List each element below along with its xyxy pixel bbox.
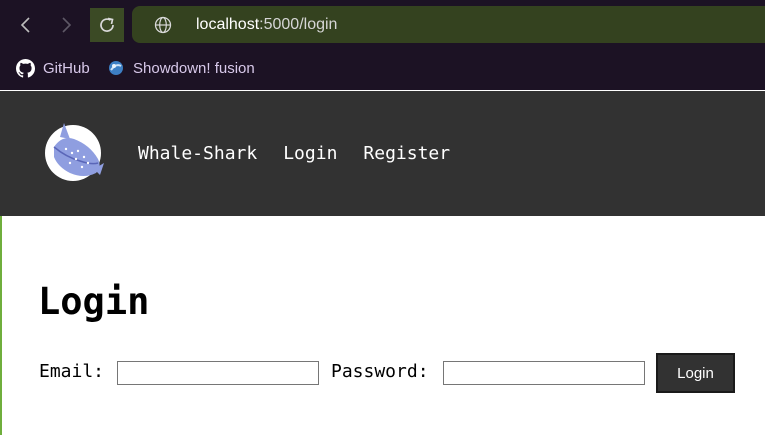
chevron-right-icon xyxy=(62,17,72,33)
bookmarks-bar: GitHub Showdown! fusion xyxy=(0,50,765,90)
back-button[interactable] xyxy=(10,8,42,42)
reload-icon xyxy=(100,17,114,32)
chevron-left-icon xyxy=(20,17,30,33)
email-label: Email: xyxy=(39,361,105,382)
nav-login-link[interactable]: Login xyxy=(283,143,337,164)
whale-shark-logo[interactable] xyxy=(40,117,106,185)
url-text: localhost:5000/login xyxy=(196,16,337,34)
url-host: localhost xyxy=(196,16,260,33)
address-bar[interactable]: localhost:5000/login xyxy=(132,6,765,43)
login-form: Email: Password: Login xyxy=(39,352,749,394)
showdown-icon xyxy=(107,59,125,77)
globe-icon xyxy=(154,16,172,34)
password-label: Password: xyxy=(331,361,429,382)
bookmark-github[interactable]: GitHub xyxy=(16,58,90,78)
browser-toolbar: localhost:5000/login xyxy=(0,0,765,50)
bookmark-label: GitHub xyxy=(43,59,90,77)
password-field[interactable] xyxy=(443,361,645,385)
main-nav: Whale-Shark Login Register xyxy=(138,143,450,164)
page-title: Login xyxy=(38,280,150,323)
email-field[interactable] xyxy=(117,361,319,385)
forward-button[interactable] xyxy=(50,8,82,42)
bookmark-label: Showdown! fusion xyxy=(133,59,255,77)
url-path: :5000/login xyxy=(259,16,338,33)
nav-home-link[interactable]: Whale-Shark xyxy=(138,143,257,164)
login-button[interactable]: Login xyxy=(656,353,735,393)
nav-register-link[interactable]: Register xyxy=(363,143,450,164)
github-icon xyxy=(16,58,35,78)
bookmark-showdown-fusion[interactable]: Showdown! fusion xyxy=(107,58,255,78)
reload-button[interactable] xyxy=(90,8,124,42)
window-edge-accent xyxy=(0,216,2,435)
site-header: Whale-Shark Login Register xyxy=(0,91,765,216)
